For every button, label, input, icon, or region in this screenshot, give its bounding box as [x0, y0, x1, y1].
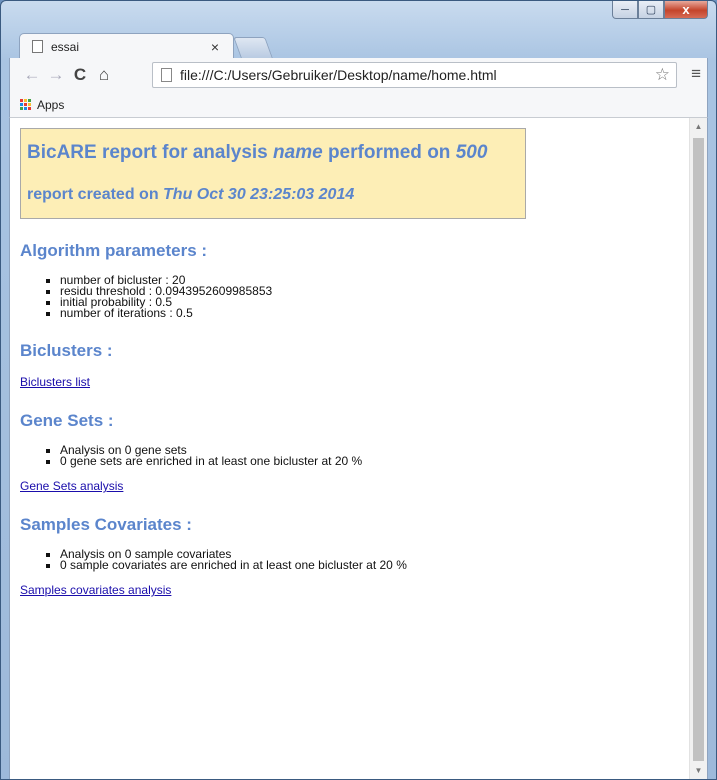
apps-link[interactable]: Apps	[37, 98, 64, 112]
samples-covariates-analysis-link[interactable]: Samples covariates analysis	[20, 583, 660, 597]
page-viewport: BicARE report for analysis name performe…	[9, 118, 708, 779]
minimize-button[interactable]: ─	[612, 1, 638, 19]
samples-covariates-heading: Samples Covariates :	[20, 515, 192, 534]
samples-covariates-list: Analysis on 0 sample covariates 0 sample…	[20, 548, 660, 571]
tab-close-icon[interactable]: ×	[211, 39, 219, 55]
vertical-scrollbar[interactable]: ▲ ▼	[689, 118, 707, 779]
bookmark-star-icon[interactable]: ☆	[655, 65, 670, 85]
report-page: BicARE report for analysis name performe…	[20, 128, 660, 597]
gene-sets-list: Analysis on 0 gene sets 0 gene sets are …	[20, 444, 660, 467]
list-item: number of iterations : 0.5	[60, 307, 660, 319]
menu-icon[interactable]: ≡	[691, 64, 701, 84]
scroll-up-arrow-icon[interactable]: ▲	[690, 122, 707, 131]
browser-toolbar: ← → C ⌂ file:///C:/Users/Gebruiker/Deskt…	[9, 58, 708, 92]
address-bar[interactable]: file:///C:/Users/Gebruiker/Desktop/name/…	[152, 62, 677, 88]
forward-arrow-icon[interactable]: →	[44, 65, 68, 85]
page-icon	[32, 40, 43, 53]
biclusters-heading: Biclusters :	[20, 341, 113, 360]
algorithm-parameters-heading: Algorithm parameters :	[20, 241, 208, 260]
url-text: file:///C:/Users/Gebruiker/Desktop/name/…	[180, 67, 497, 83]
window-controls: ─ ▢ x	[612, 1, 708, 19]
new-tab-button[interactable]	[233, 37, 273, 58]
bookmarks-bar: Apps	[9, 92, 708, 118]
gene-sets-heading: Gene Sets :	[20, 411, 114, 430]
home-icon[interactable]: ⌂	[92, 65, 116, 85]
report-header-box: BicARE report for analysis name performe…	[20, 128, 526, 219]
reload-icon[interactable]: C	[68, 65, 92, 85]
list-item: 0 gene sets are enriched in at least one…	[60, 455, 660, 467]
close-window-button[interactable]: x	[664, 1, 708, 19]
gene-sets-analysis-link[interactable]: Gene Sets analysis	[20, 479, 660, 493]
back-arrow-icon[interactable]: ←	[20, 65, 44, 85]
apps-grid-icon[interactable]	[20, 99, 31, 110]
scrollbar-thumb[interactable]	[693, 138, 704, 761]
maximize-button[interactable]: ▢	[638, 1, 664, 19]
list-item: 0 sample covariates are enriched in at l…	[60, 559, 660, 571]
file-icon	[161, 68, 172, 82]
report-created: report created on Thu Oct 30 23:25:03 20…	[27, 186, 355, 203]
algorithm-parameters-list: number of bicluster : 20 residu threshol…	[20, 274, 660, 319]
tab-title: essai	[51, 39, 80, 54]
report-title: BicARE report for analysis name performe…	[27, 142, 488, 163]
biclusters-list-link[interactable]: Biclusters list	[20, 375, 660, 389]
created-date: Thu Oct 30 23:25:03 2014	[163, 186, 355, 203]
analysis-name: name	[273, 142, 323, 163]
browser-tab[interactable]: essai ×	[19, 33, 234, 59]
scroll-down-arrow-icon[interactable]: ▼	[690, 766, 707, 775]
browser-window: ─ ▢ x essai × ← → C ⌂ file:///C:/Users/G…	[0, 0, 717, 780]
performed-on-value: 500	[455, 142, 488, 163]
